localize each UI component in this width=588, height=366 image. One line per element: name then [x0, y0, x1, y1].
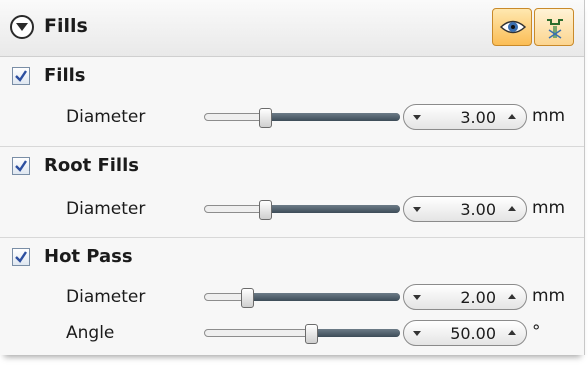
slider-thumb[interactable] — [241, 288, 254, 308]
diameter-slider[interactable] — [204, 200, 400, 220]
section-label: Root Fills — [44, 155, 139, 176]
slider-fill — [265, 205, 400, 213]
spinner-value[interactable]: 3.00 — [430, 200, 496, 219]
decrement-icon[interactable] — [413, 331, 421, 336]
slider-thumb[interactable] — [259, 108, 272, 128]
slider-thumb[interactable] — [305, 324, 318, 344]
section-root-fills: Root Fills — [0, 146, 584, 185]
unit-label: mm — [532, 106, 566, 126]
spinner-value[interactable]: 2.00 — [430, 288, 496, 307]
increment-icon[interactable] — [508, 114, 516, 119]
param-row-diameter: Diameter 3.00 mm — [0, 99, 584, 135]
unit-label: mm — [532, 198, 566, 218]
diameter-spinner[interactable]: 2.00 — [403, 284, 527, 310]
spinner-value[interactable]: 50.00 — [430, 324, 496, 343]
unit-label: mm — [532, 286, 566, 306]
root-fills-checkbox[interactable] — [12, 157, 30, 175]
param-label: Diameter — [66, 287, 146, 307]
increment-icon[interactable] — [508, 294, 516, 299]
slider-fill — [265, 113, 400, 121]
param-label: Diameter — [66, 107, 146, 127]
decrement-icon[interactable] — [413, 115, 421, 120]
section-hot-pass: Hot Pass — [0, 237, 584, 276]
panel-title: Fills — [44, 15, 88, 37]
slider-fill — [311, 329, 400, 337]
eye-icon[interactable] — [492, 8, 532, 46]
section-label: Hot Pass — [44, 246, 133, 267]
fills-panel: Fills Fills Diameter 3.00 mm Root Fills … — [0, 0, 585, 355]
angle-spinner[interactable]: 50.00 — [403, 320, 527, 346]
param-row-angle: Angle 50.00 ° — [0, 315, 584, 351]
panel-header: Fills — [0, 0, 584, 57]
increment-icon[interactable] — [508, 206, 516, 211]
spinner-value[interactable]: 3.00 — [430, 108, 496, 127]
increment-icon[interactable] — [508, 330, 516, 335]
decrement-icon[interactable] — [413, 207, 421, 212]
slider-fill — [247, 293, 400, 301]
diameter-slider[interactable] — [204, 288, 400, 308]
param-label: Diameter — [66, 199, 146, 219]
diameter-spinner[interactable]: 3.00 — [403, 196, 527, 222]
slider-thumb[interactable] — [259, 200, 272, 220]
param-row-diameter: Diameter 3.00 mm — [0, 191, 584, 227]
diameter-spinner[interactable]: 3.00 — [403, 104, 527, 130]
param-row-diameter: Diameter 2.00 mm — [0, 279, 584, 315]
angle-slider[interactable] — [204, 324, 400, 344]
section-label: Fills — [44, 65, 86, 86]
decrement-icon[interactable] — [413, 295, 421, 300]
diameter-slider[interactable] — [204, 108, 400, 128]
collapse-icon[interactable] — [10, 15, 34, 39]
unit-label: ° — [532, 322, 541, 342]
section-fills: Fills — [0, 57, 584, 95]
param-label: Angle — [66, 323, 115, 343]
hot-pass-checkbox[interactable] — [12, 248, 30, 266]
fills-checkbox[interactable] — [12, 67, 30, 85]
tool-icon[interactable] — [534, 8, 574, 46]
